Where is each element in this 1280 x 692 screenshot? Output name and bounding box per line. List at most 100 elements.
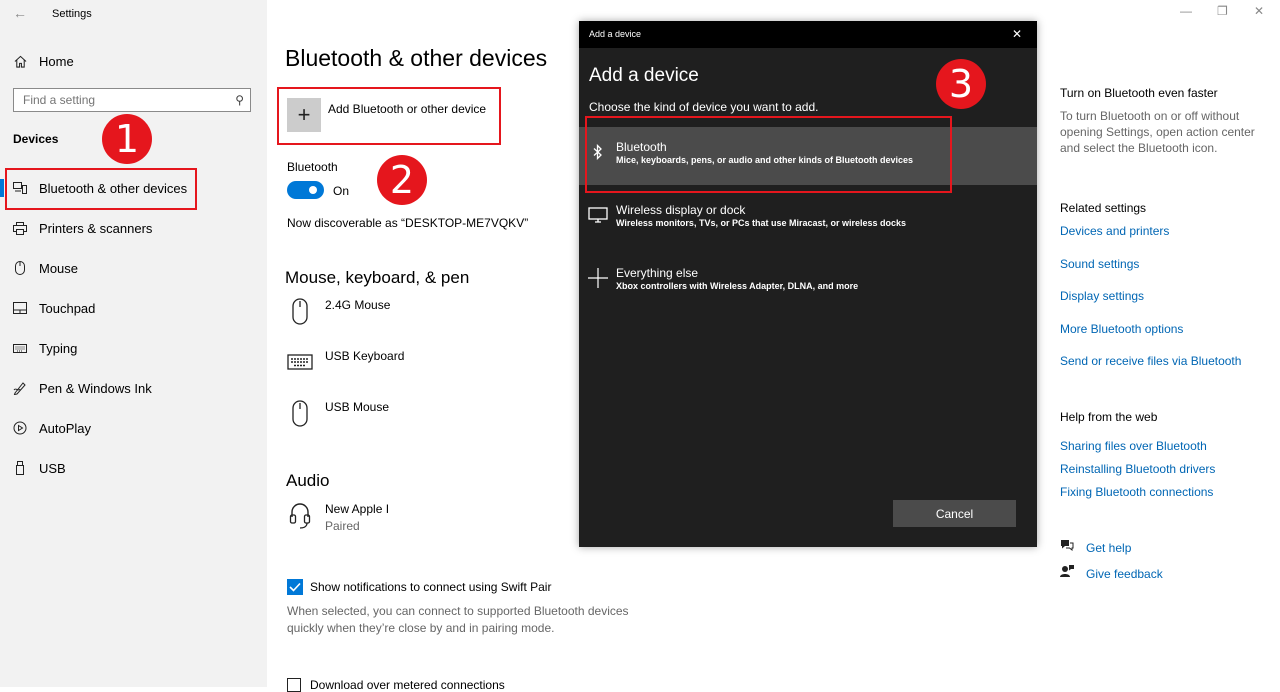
- plus-icon: [587, 267, 609, 289]
- printer-icon: [12, 220, 28, 236]
- pen-icon: [12, 380, 28, 396]
- audio-device-row[interactable]: New Apple I Paired: [287, 502, 389, 533]
- link-more-bluetooth[interactable]: More Bluetooth options: [1060, 322, 1183, 336]
- sidebar-item-autoplay[interactable]: AutoPlay: [0, 410, 267, 446]
- toggle-knob: [309, 186, 317, 194]
- device-name: New Apple I: [325, 502, 390, 516]
- sidebar-item-printers[interactable]: Printers & scanners: [0, 210, 267, 246]
- annotation-box-3: [585, 116, 952, 193]
- sidebar-item-label: Printers & scanners: [39, 220, 153, 236]
- headset-icon: [287, 502, 313, 533]
- sidebar-item-touchpad[interactable]: Touchpad: [0, 290, 267, 326]
- sidebar-home-label: Home: [39, 53, 74, 69]
- window-restore-button[interactable]: ❐: [1217, 4, 1228, 18]
- device-name: USB Mouse: [325, 400, 390, 414]
- annotation-badge-3: 3: [936, 59, 986, 109]
- sidebar-item-label: Pen & Windows Ink: [39, 380, 152, 396]
- swift-pair-checkbox[interactable]: [287, 579, 303, 595]
- cancel-button[interactable]: Cancel: [893, 500, 1016, 527]
- bluetooth-toggle[interactable]: [287, 181, 324, 199]
- add-device-button[interactable]: + Add Bluetooth or other device: [287, 98, 492, 134]
- window-close-button[interactable]: ✕: [1254, 4, 1264, 18]
- annotation-box-1: [5, 168, 197, 210]
- device-row[interactable]: USB Mouse: [287, 400, 389, 427]
- link-devices-printers[interactable]: Devices and printers: [1060, 224, 1169, 238]
- device-status: Paired: [325, 519, 360, 533]
- audio-device-text: New Apple I Paired: [325, 502, 389, 533]
- mouse-keyboard-heading: Mouse, keyboard, & pen: [285, 268, 470, 287]
- link-send-files[interactable]: Send or receive files via Bluetooth: [1060, 354, 1241, 368]
- window-title: Settings: [52, 8, 92, 20]
- sidebar-item-home[interactable]: Home: [0, 43, 267, 79]
- link-display-settings[interactable]: Display settings: [1060, 289, 1144, 303]
- usb-icon: [12, 460, 28, 476]
- tip-title: Turn on Bluetooth even faster: [1060, 86, 1218, 100]
- bluetooth-label: Bluetooth: [287, 160, 338, 174]
- feedback-icon: [1060, 564, 1074, 583]
- device-name: USB Keyboard: [325, 349, 405, 363]
- sidebar: ← Settings Home ⚲ Devices Bluetooth & ot…: [0, 0, 267, 687]
- sidebar-item-label: Touchpad: [39, 300, 96, 316]
- dialog-heading: Add a device: [589, 65, 699, 86]
- page-title: Bluetooth & other devices: [285, 45, 548, 71]
- mouse-icon: [287, 400, 313, 427]
- dialog-window-title: Add a device: [589, 29, 642, 39]
- monitor-icon: [587, 204, 609, 226]
- device-row[interactable]: 2.4G Mouse: [287, 298, 390, 325]
- sidebar-section-devices: Devices: [13, 132, 59, 146]
- mouse-icon: [287, 298, 313, 325]
- back-arrow-icon[interactable]: ←: [13, 5, 27, 21]
- related-settings-title: Related settings: [1060, 201, 1147, 215]
- dialog-titlebar: Add a device ✕: [579, 21, 1037, 48]
- get-help-link[interactable]: Get help: [1086, 541, 1131, 555]
- checkmark-icon: [289, 582, 301, 592]
- swift-pair-description: When selected, you can connect to suppor…: [287, 604, 629, 635]
- annotation-badge-2: 2: [377, 155, 427, 205]
- sidebar-item-label: USB: [39, 460, 66, 476]
- touchpad-icon: [12, 300, 28, 316]
- help-web-title: Help from the web: [1060, 410, 1158, 424]
- link-reinstalling-drivers[interactable]: Reinstalling Bluetooth drivers: [1060, 462, 1215, 476]
- plus-icon: +: [297, 102, 311, 127]
- mouse-icon: [12, 260, 28, 276]
- search-input[interactable]: [23, 93, 223, 107]
- dialog-subtitle: Choose the kind of device you want to ad…: [589, 100, 819, 114]
- window-minimize-button[interactable]: —: [1180, 4, 1192, 18]
- metered-checkbox[interactable]: [287, 678, 301, 692]
- autoplay-icon: [12, 420, 28, 436]
- option-wireless-display[interactable]: Wireless display or dock Wireless monito…: [579, 190, 1037, 248]
- search-field[interactable]: ⚲: [13, 88, 251, 112]
- sidebar-item-typing[interactable]: Typing: [0, 330, 267, 366]
- dialog-close-button[interactable]: ✕: [1012, 27, 1022, 41]
- sidebar-item-usb[interactable]: USB: [0, 450, 267, 486]
- option-everything-else[interactable]: Everything else Xbox controllers with Wi…: [579, 253, 1037, 311]
- sidebar-item-pen[interactable]: Pen & Windows Ink: [0, 370, 267, 406]
- add-device-label: Add Bluetooth or other device: [328, 102, 487, 116]
- sidebar-item-label: Mouse: [39, 260, 79, 276]
- tip-text: To turn Bluetooth on or off without open…: [1060, 109, 1255, 155]
- sidebar-item-mouse[interactable]: Mouse: [0, 250, 267, 286]
- annotation-badge-1: 1: [102, 114, 152, 164]
- search-icon: ⚲: [235, 93, 244, 107]
- give-feedback-link[interactable]: Give feedback: [1086, 567, 1163, 581]
- swift-pair-label: Show notifications to connect using Swif…: [310, 580, 552, 594]
- get-help-icon: [1060, 539, 1074, 557]
- option-title: Wireless display or dock: [616, 203, 746, 217]
- option-description: Wireless monitors, TVs, or PCs that use …: [616, 218, 907, 228]
- sidebar-item-label: AutoPlay: [39, 420, 92, 436]
- keyboard-icon: [12, 340, 28, 356]
- sidebar-item-label: Typing: [39, 340, 78, 356]
- metered-label: Download over metered connections: [310, 678, 505, 692]
- home-icon: [12, 53, 28, 69]
- option-description: Xbox controllers with Wireless Adapter, …: [616, 281, 859, 291]
- audio-heading: Audio: [286, 471, 330, 490]
- option-title: Everything else: [616, 266, 699, 280]
- link-sharing-files[interactable]: Sharing files over Bluetooth: [1060, 439, 1207, 453]
- bluetooth-state: On: [333, 184, 350, 198]
- cancel-button-label: Cancel: [935, 506, 974, 521]
- link-fixing-connections[interactable]: Fixing Bluetooth connections: [1060, 485, 1213, 499]
- link-sound-settings[interactable]: Sound settings: [1060, 257, 1139, 271]
- discoverable-text: Now discoverable as “DESKTOP-ME7VQKV”: [287, 216, 529, 230]
- device-row[interactable]: USB Keyboard: [287, 349, 404, 370]
- keyboard-icon: [287, 349, 313, 370]
